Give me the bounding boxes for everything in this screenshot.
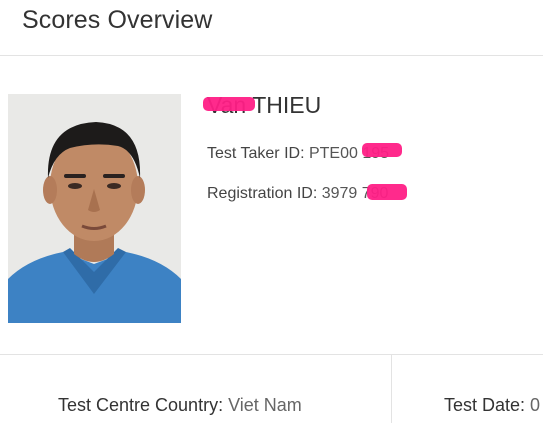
test-taker-id-redaction-mark bbox=[362, 143, 402, 157]
test-centre-country: Test Centre Country: Viet Nam bbox=[58, 395, 302, 416]
candidate-photo bbox=[8, 94, 181, 323]
registration-id-redaction-mark bbox=[367, 184, 407, 200]
section-divider bbox=[0, 354, 543, 355]
registration-id-label: Registration ID: bbox=[207, 185, 322, 202]
page-title: Scores Overview bbox=[22, 6, 213, 34]
test-taker-id-label: Test Taker ID: bbox=[207, 145, 309, 162]
name-redaction-mark bbox=[203, 97, 255, 111]
test-centre-country-label: Test Centre Country: bbox=[58, 395, 224, 415]
column-divider bbox=[391, 354, 392, 423]
test-date-label: Test Date: bbox=[444, 395, 526, 415]
registration-id-row: Registration ID: 3979 790 bbox=[207, 185, 388, 203]
test-centre-country-value: Viet Nam bbox=[223, 395, 302, 415]
test-date-value: 0 bbox=[525, 395, 541, 415]
test-date: Test Date: 0 bbox=[444, 395, 540, 416]
candidate-photo-image bbox=[8, 94, 181, 323]
page-header: Scores Overview bbox=[0, 0, 543, 56]
